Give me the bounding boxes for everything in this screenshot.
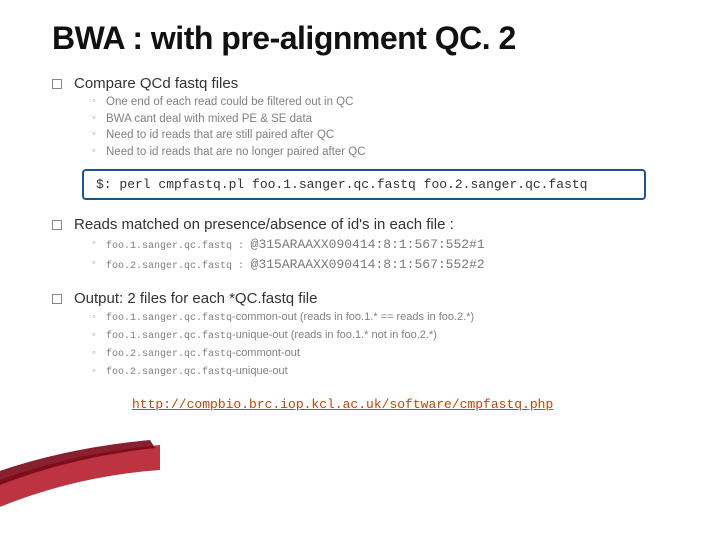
list-item: BWA cant deal with mixed PE & SE data <box>92 111 680 128</box>
square-bullet-icon <box>52 79 62 89</box>
read-id: @315ARAAXX090414:8:1:567:552#1 <box>251 237 485 252</box>
list-item: foo.2.sanger.qc.fastq : @315ARAAXX090414… <box>92 255 680 276</box>
command-box: $: perl cmpfastq.pl foo.1.sanger.qc.fast… <box>82 169 646 200</box>
list-item: Need to id reads that are still paired a… <box>92 127 680 144</box>
slide-title: BWA : with pre-alignment QC. 2 <box>52 20 680 57</box>
output-file: foo.1.sanger.qc.fastq <box>106 331 232 342</box>
list-item: One end of each read could be filtered o… <box>92 94 680 111</box>
compare-list: One end of each read could be filtered o… <box>92 94 680 161</box>
section-heading: Compare QCd fastq files <box>74 75 238 92</box>
section-heading: Reads matched on presence/absence of id'… <box>74 216 454 233</box>
read-file-label: foo.1.sanger.qc.fastq : <box>106 241 244 252</box>
source-link[interactable]: http://compbio.brc.iop.kcl.ac.uk/softwar… <box>132 397 680 412</box>
list-item: foo.2.sanger.qc.fastq-unique-out <box>92 363 680 381</box>
output-note: (reads in foo.1.* == reads in foo.2.*) <box>297 311 474 323</box>
list-item: foo.1.sanger.qc.fastq-common-out (reads … <box>92 309 680 327</box>
square-bullet-icon <box>52 294 62 304</box>
list-item: foo.1.sanger.qc.fastq : @315ARAAXX090414… <box>92 235 680 256</box>
output-note: (reads in foo.1.* not in foo.2.*) <box>288 329 437 341</box>
read-id: @315ARAAXX090414:8:1:567:552#2 <box>251 257 485 272</box>
output-suffix: -unique-out <box>232 329 288 341</box>
list-item: foo.2.sanger.qc.fastq-commont-out <box>92 345 680 363</box>
read-file-label: foo.2.sanger.qc.fastq : <box>106 261 244 272</box>
output-suffix: -unique-out <box>232 365 288 377</box>
section-output: Output: 2 files for each *QC.fastq file <box>52 290 680 307</box>
output-file: foo.1.sanger.qc.fastq <box>106 313 232 324</box>
square-bullet-icon <box>52 220 62 230</box>
list-item: Need to id reads that are no longer pair… <box>92 144 680 161</box>
output-suffix: -common-out <box>232 311 297 323</box>
list-item: foo.1.sanger.qc.fastq-unique-out (reads … <box>92 327 680 345</box>
output-suffix: -commont-out <box>232 347 300 359</box>
output-file: foo.2.sanger.qc.fastq <box>106 367 232 378</box>
output-list: foo.1.sanger.qc.fastq-common-out (reads … <box>92 309 680 381</box>
reads-list: foo.1.sanger.qc.fastq : @315ARAAXX090414… <box>92 235 680 277</box>
decorative-swoosh-icon <box>0 440 180 560</box>
section-reads: Reads matched on presence/absence of id'… <box>52 216 680 233</box>
output-file: foo.2.sanger.qc.fastq <box>106 349 232 360</box>
section-compare: Compare QCd fastq files <box>52 75 680 92</box>
section-heading: Output: 2 files for each *QC.fastq file <box>74 290 317 307</box>
